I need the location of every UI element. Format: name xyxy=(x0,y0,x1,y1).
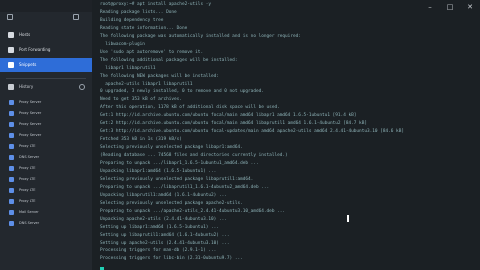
nav-snippets-label: Snippets xyxy=(19,62,37,67)
terminal-line: Preparing to unpack .../apache2-utils_2.… xyxy=(100,208,286,214)
history-item-label: Proxy Server xyxy=(19,122,42,126)
terminal-line: Processing triggers for libc-bin (2.31-0… xyxy=(100,256,243,262)
terminal-line: Reading package lists... Done xyxy=(100,9,177,15)
history-item[interactable]: Proxy LTE xyxy=(0,141,92,152)
history-item[interactable]: DNS Server xyxy=(0,152,92,163)
host-icon xyxy=(9,100,14,105)
history-item[interactable]: Proxy LTE xyxy=(0,163,92,174)
terminal-line: root@proxy:~# apt install apache2-utils … xyxy=(100,2,212,7)
minimize-icon[interactable]: – xyxy=(426,3,434,11)
nav-port-forwarding-label: Port Forwarding xyxy=(19,47,51,52)
sidebar: Hosts Port Forwarding Snippets History P… xyxy=(0,12,92,270)
terminal-line: The following additional packages will b… xyxy=(100,57,238,63)
history-title: History xyxy=(19,84,34,89)
terminal-line: Fetched 353 kB in 1s (319 kB/s) xyxy=(100,137,182,143)
terminal-line: Unpacking libapr1:amd64 (1.6.5-1ubuntu1)… xyxy=(100,168,217,174)
terminal-line: Setting up apache2-utils (2.4.41-4ubuntu… xyxy=(100,240,230,246)
terminal-line: libwacom-plugin xyxy=(100,41,145,47)
terminal-line: The following NEW packages will be insta… xyxy=(100,73,219,79)
history-item-label: Proxy LTE xyxy=(19,199,36,203)
host-icon xyxy=(9,166,14,171)
close-icon[interactable]: ✕ xyxy=(466,3,474,11)
port-forwarding-icon xyxy=(8,47,14,53)
history-item-label: Mail Server xyxy=(19,210,39,214)
history-item[interactable]: Proxy LTE xyxy=(0,174,92,185)
terminal-line: libapr1 libaprutil1 xyxy=(100,65,156,71)
nav-hosts-label: Hosts xyxy=(19,32,31,37)
terminal-line: Preparing to unpack .../libaprutil1_1.6.… xyxy=(100,184,270,190)
history-search-icon[interactable] xyxy=(79,84,85,90)
menu-icon[interactable] xyxy=(7,14,13,20)
terminal-line: Get:2 http://id.archive.ubuntu.com/ubunt… xyxy=(100,121,367,127)
host-icon xyxy=(9,122,14,127)
terminal-line: Unpacking libaprutil1:amd64 (1.6.1-4ubun… xyxy=(100,192,227,198)
history-item[interactable]: Proxy LTE xyxy=(0,196,92,207)
terminal-line: Selecting previously unselected package … xyxy=(100,200,243,206)
history-item-label: Proxy Server xyxy=(19,133,42,137)
host-icon xyxy=(9,144,14,149)
nav-hosts[interactable]: Hosts xyxy=(0,28,92,42)
host-icon xyxy=(9,111,14,116)
host-icon xyxy=(9,155,14,160)
sidebar-divider xyxy=(6,78,86,79)
terminal[interactable]: root@proxy:~# apt install apache2-utils … xyxy=(92,0,480,270)
terminal-line: Reading state information... Done xyxy=(100,25,188,31)
hosts-icon xyxy=(8,32,14,38)
terminal-line: apache2-utils libapr1 libaprutil1 xyxy=(100,81,193,87)
history-item-label: Proxy LTE xyxy=(19,188,36,192)
terminal-line: Setting up libaprutil1:amd64 (1.6.1-4ubu… xyxy=(100,232,230,238)
sidebar-toolbar xyxy=(0,12,92,24)
terminal-line: (Reading database ... 74568 files and di… xyxy=(100,153,288,159)
terminal-line: Get:3 http://id.archive.ubuntu.com/ubunt… xyxy=(100,129,404,135)
terminal-line: Use 'sudo apt autoremove' to remove it. xyxy=(100,49,204,55)
terminal-line: Need to get 353 kB of archives. xyxy=(100,97,182,103)
terminal-line: Setting up libapr1:amd64 (1.6.5-1ubuntu1… xyxy=(100,224,219,230)
nav-snippets[interactable]: Snippets xyxy=(0,58,92,72)
host-icon xyxy=(9,199,14,204)
history-item[interactable]: DNS Server xyxy=(0,218,92,229)
maximize-icon[interactable]: □ xyxy=(446,3,454,11)
text-cursor-icon xyxy=(347,215,349,222)
terminal-line: Building dependency tree xyxy=(100,17,164,23)
window-controls: – □ ✕ xyxy=(426,3,474,11)
host-icon xyxy=(9,133,14,138)
terminal-line: Selecting previously unselected package … xyxy=(100,176,254,182)
snippets-icon xyxy=(8,62,14,68)
host-icon xyxy=(9,221,14,226)
terminal-line: The following package was automatically … xyxy=(100,33,301,39)
history-item-label: Proxy LTE xyxy=(19,177,36,181)
terminal-line: Unpacking apache2-utils (2.4.41-4ubuntu3… xyxy=(100,216,227,222)
history-item-label: DNS Server xyxy=(19,221,40,225)
history-item[interactable]: Proxy Server xyxy=(0,130,92,141)
history-icon xyxy=(8,84,14,90)
settings-icon[interactable] xyxy=(73,14,79,20)
history-item[interactable]: Proxy Server xyxy=(0,108,92,119)
history-item[interactable]: Proxy Server xyxy=(0,97,92,108)
nav-port-forwarding[interactable]: Port Forwarding xyxy=(0,43,92,57)
terminal-line: 0 upgraded, 3 newly installed, 0 to remo… xyxy=(100,89,264,95)
host-icon xyxy=(9,188,14,193)
host-icon xyxy=(9,177,14,182)
terminal-line: Selecting previously unselected package … xyxy=(100,145,243,151)
history-item-label: Proxy LTE xyxy=(19,144,36,148)
terminal-line: After this operation, 1178 kB of additio… xyxy=(100,105,280,111)
terminal-line: Preparing to unpack .../libapr1_1.6.5-1u… xyxy=(100,161,259,166)
history-item-label: DNS Server xyxy=(19,155,40,159)
history-item[interactable]: Mail Server xyxy=(0,207,92,218)
terminal-line: Processing triggers for man-db (2.9.1-1)… xyxy=(100,248,217,254)
history-item-label: Proxy Server xyxy=(19,111,42,115)
history-item[interactable]: Proxy Server xyxy=(0,119,92,130)
history-item[interactable]: Proxy LTE xyxy=(0,185,92,196)
history-header: History xyxy=(0,81,92,93)
terminal-line: Get:1 http://id.archive.ubuntu.com/ubunt… xyxy=(100,113,357,119)
host-icon xyxy=(9,210,14,215)
ssh-client-window: Hosts Port Forwarding Snippets History P… xyxy=(0,0,480,270)
history-item-label: Proxy LTE xyxy=(19,166,36,170)
history-item-label: Proxy Server xyxy=(19,100,42,104)
